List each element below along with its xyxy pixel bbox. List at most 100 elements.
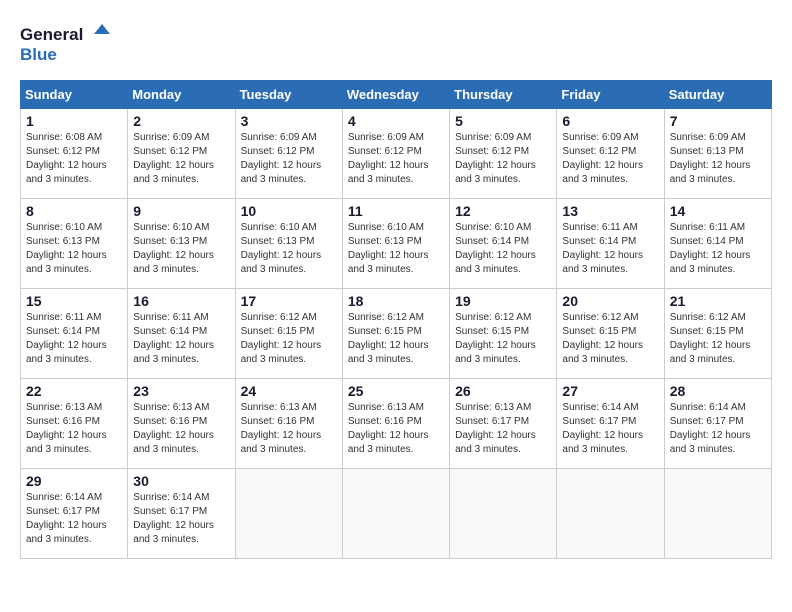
sunrise-label: Sunrise: 6:13 AM	[133, 402, 209, 413]
sunrise-label: Sunrise: 6:14 AM	[562, 402, 638, 413]
calendar-cell: 17 Sunrise: 6:12 AM Sunset: 6:15 PM Dayl…	[235, 289, 342, 379]
day-number: 2	[133, 113, 229, 129]
calendar-cell: 18 Sunrise: 6:12 AM Sunset: 6:15 PM Dayl…	[342, 289, 449, 379]
day-info: Sunrise: 6:11 AM Sunset: 6:14 PM Dayligh…	[133, 311, 229, 367]
sunset-label: Sunset: 6:12 PM	[133, 146, 207, 157]
sunrise-label: Sunrise: 6:10 AM	[455, 222, 531, 233]
day-info: Sunrise: 6:09 AM Sunset: 6:13 PM Dayligh…	[670, 131, 766, 187]
daylight-label: Daylight: 12 hours	[455, 430, 536, 441]
calendar-cell: 6 Sunrise: 6:09 AM Sunset: 6:12 PM Dayli…	[557, 109, 664, 199]
sunrise-label: Sunrise: 6:09 AM	[670, 132, 746, 143]
calendar-cell: 30 Sunrise: 6:14 AM Sunset: 6:17 PM Dayl…	[128, 469, 235, 559]
day-number: 13	[562, 203, 658, 219]
day-number: 19	[455, 293, 551, 309]
calendar-cell: 16 Sunrise: 6:11 AM Sunset: 6:14 PM Dayl…	[128, 289, 235, 379]
weekday-header-row: SundayMondayTuesdayWednesdayThursdayFrid…	[21, 81, 772, 109]
daylight-cont: and 3 minutes.	[133, 354, 199, 365]
day-number: 14	[670, 203, 766, 219]
calendar-cell: 4 Sunrise: 6:09 AM Sunset: 6:12 PM Dayli…	[342, 109, 449, 199]
day-number: 18	[348, 293, 444, 309]
day-info: Sunrise: 6:10 AM Sunset: 6:13 PM Dayligh…	[133, 221, 229, 277]
calendar-cell: 28 Sunrise: 6:14 AM Sunset: 6:17 PM Dayl…	[664, 379, 771, 469]
day-info: Sunrise: 6:11 AM Sunset: 6:14 PM Dayligh…	[562, 221, 658, 277]
sunset-label: Sunset: 6:12 PM	[348, 146, 422, 157]
sunset-label: Sunset: 6:16 PM	[26, 416, 100, 427]
sunrise-label: Sunrise: 6:13 AM	[348, 402, 424, 413]
daylight-cont: and 3 minutes.	[133, 444, 199, 455]
day-number: 1	[26, 113, 122, 129]
daylight-cont: and 3 minutes.	[133, 534, 199, 545]
calendar-cell: 23 Sunrise: 6:13 AM Sunset: 6:16 PM Dayl…	[128, 379, 235, 469]
weekday-header-wednesday: Wednesday	[342, 81, 449, 109]
day-info: Sunrise: 6:09 AM Sunset: 6:12 PM Dayligh…	[562, 131, 658, 187]
day-info: Sunrise: 6:13 AM Sunset: 6:16 PM Dayligh…	[241, 401, 337, 457]
day-info: Sunrise: 6:12 AM Sunset: 6:15 PM Dayligh…	[562, 311, 658, 367]
weekday-header-thursday: Thursday	[450, 81, 557, 109]
sunset-label: Sunset: 6:13 PM	[26, 236, 100, 247]
day-number: 11	[348, 203, 444, 219]
calendar-week-row: 22 Sunrise: 6:13 AM Sunset: 6:16 PM Dayl…	[21, 379, 772, 469]
day-info: Sunrise: 6:13 AM Sunset: 6:17 PM Dayligh…	[455, 401, 551, 457]
daylight-label: Daylight: 12 hours	[133, 520, 214, 531]
day-number: 26	[455, 383, 551, 399]
daylight-label: Daylight: 12 hours	[670, 340, 751, 351]
sunset-label: Sunset: 6:17 PM	[670, 416, 744, 427]
day-number: 22	[26, 383, 122, 399]
sunset-label: Sunset: 6:15 PM	[562, 326, 636, 337]
sunrise-label: Sunrise: 6:10 AM	[26, 222, 102, 233]
calendar-cell: 29 Sunrise: 6:14 AM Sunset: 6:17 PM Dayl…	[21, 469, 128, 559]
daylight-label: Daylight: 12 hours	[241, 250, 322, 261]
sunset-label: Sunset: 6:17 PM	[455, 416, 529, 427]
day-info: Sunrise: 6:10 AM Sunset: 6:13 PM Dayligh…	[26, 221, 122, 277]
daylight-label: Daylight: 12 hours	[562, 340, 643, 351]
day-number: 6	[562, 113, 658, 129]
day-number: 23	[133, 383, 229, 399]
calendar-cell	[235, 469, 342, 559]
day-info: Sunrise: 6:08 AM Sunset: 6:12 PM Dayligh…	[26, 131, 122, 187]
logo-svg: General Blue	[20, 20, 110, 70]
day-info: Sunrise: 6:11 AM Sunset: 6:14 PM Dayligh…	[26, 311, 122, 367]
daylight-label: Daylight: 12 hours	[455, 160, 536, 171]
daylight-label: Daylight: 12 hours	[241, 340, 322, 351]
daylight-label: Daylight: 12 hours	[241, 160, 322, 171]
day-info: Sunrise: 6:14 AM Sunset: 6:17 PM Dayligh…	[133, 491, 229, 547]
day-info: Sunrise: 6:09 AM Sunset: 6:12 PM Dayligh…	[241, 131, 337, 187]
daylight-cont: and 3 minutes.	[562, 264, 628, 275]
day-info: Sunrise: 6:12 AM Sunset: 6:15 PM Dayligh…	[241, 311, 337, 367]
sunrise-label: Sunrise: 6:14 AM	[26, 492, 102, 503]
sunset-label: Sunset: 6:17 PM	[562, 416, 636, 427]
daylight-cont: and 3 minutes.	[455, 354, 521, 365]
calendar-week-row: 29 Sunrise: 6:14 AM Sunset: 6:17 PM Dayl…	[21, 469, 772, 559]
sunset-label: Sunset: 6:15 PM	[670, 326, 744, 337]
sunrise-label: Sunrise: 6:11 AM	[670, 222, 745, 233]
calendar-cell: 3 Sunrise: 6:09 AM Sunset: 6:12 PM Dayli…	[235, 109, 342, 199]
daylight-cont: and 3 minutes.	[26, 354, 92, 365]
daylight-label: Daylight: 12 hours	[348, 250, 429, 261]
day-info: Sunrise: 6:10 AM Sunset: 6:13 PM Dayligh…	[348, 221, 444, 277]
day-info: Sunrise: 6:12 AM Sunset: 6:15 PM Dayligh…	[348, 311, 444, 367]
day-number: 10	[241, 203, 337, 219]
daylight-label: Daylight: 12 hours	[133, 160, 214, 171]
daylight-cont: and 3 minutes.	[348, 444, 414, 455]
calendar-cell: 9 Sunrise: 6:10 AM Sunset: 6:13 PM Dayli…	[128, 199, 235, 289]
calendar-cell: 15 Sunrise: 6:11 AM Sunset: 6:14 PM Dayl…	[21, 289, 128, 379]
daylight-cont: and 3 minutes.	[241, 354, 307, 365]
day-number: 27	[562, 383, 658, 399]
daylight-label: Daylight: 12 hours	[26, 160, 107, 171]
calendar-cell: 1 Sunrise: 6:08 AM Sunset: 6:12 PM Dayli…	[21, 109, 128, 199]
daylight-label: Daylight: 12 hours	[133, 250, 214, 261]
sunrise-label: Sunrise: 6:11 AM	[133, 312, 208, 323]
logo: General Blue	[20, 20, 110, 70]
sunrise-label: Sunrise: 6:10 AM	[348, 222, 424, 233]
daylight-cont: and 3 minutes.	[26, 174, 92, 185]
calendar-cell: 26 Sunrise: 6:13 AM Sunset: 6:17 PM Dayl…	[450, 379, 557, 469]
daylight-cont: and 3 minutes.	[562, 444, 628, 455]
sunset-label: Sunset: 6:12 PM	[241, 146, 315, 157]
sunset-label: Sunset: 6:14 PM	[670, 236, 744, 247]
sunrise-label: Sunrise: 6:10 AM	[133, 222, 209, 233]
day-number: 24	[241, 383, 337, 399]
day-number: 15	[26, 293, 122, 309]
daylight-label: Daylight: 12 hours	[26, 340, 107, 351]
sunrise-label: Sunrise: 6:12 AM	[348, 312, 424, 323]
daylight-cont: and 3 minutes.	[133, 174, 199, 185]
